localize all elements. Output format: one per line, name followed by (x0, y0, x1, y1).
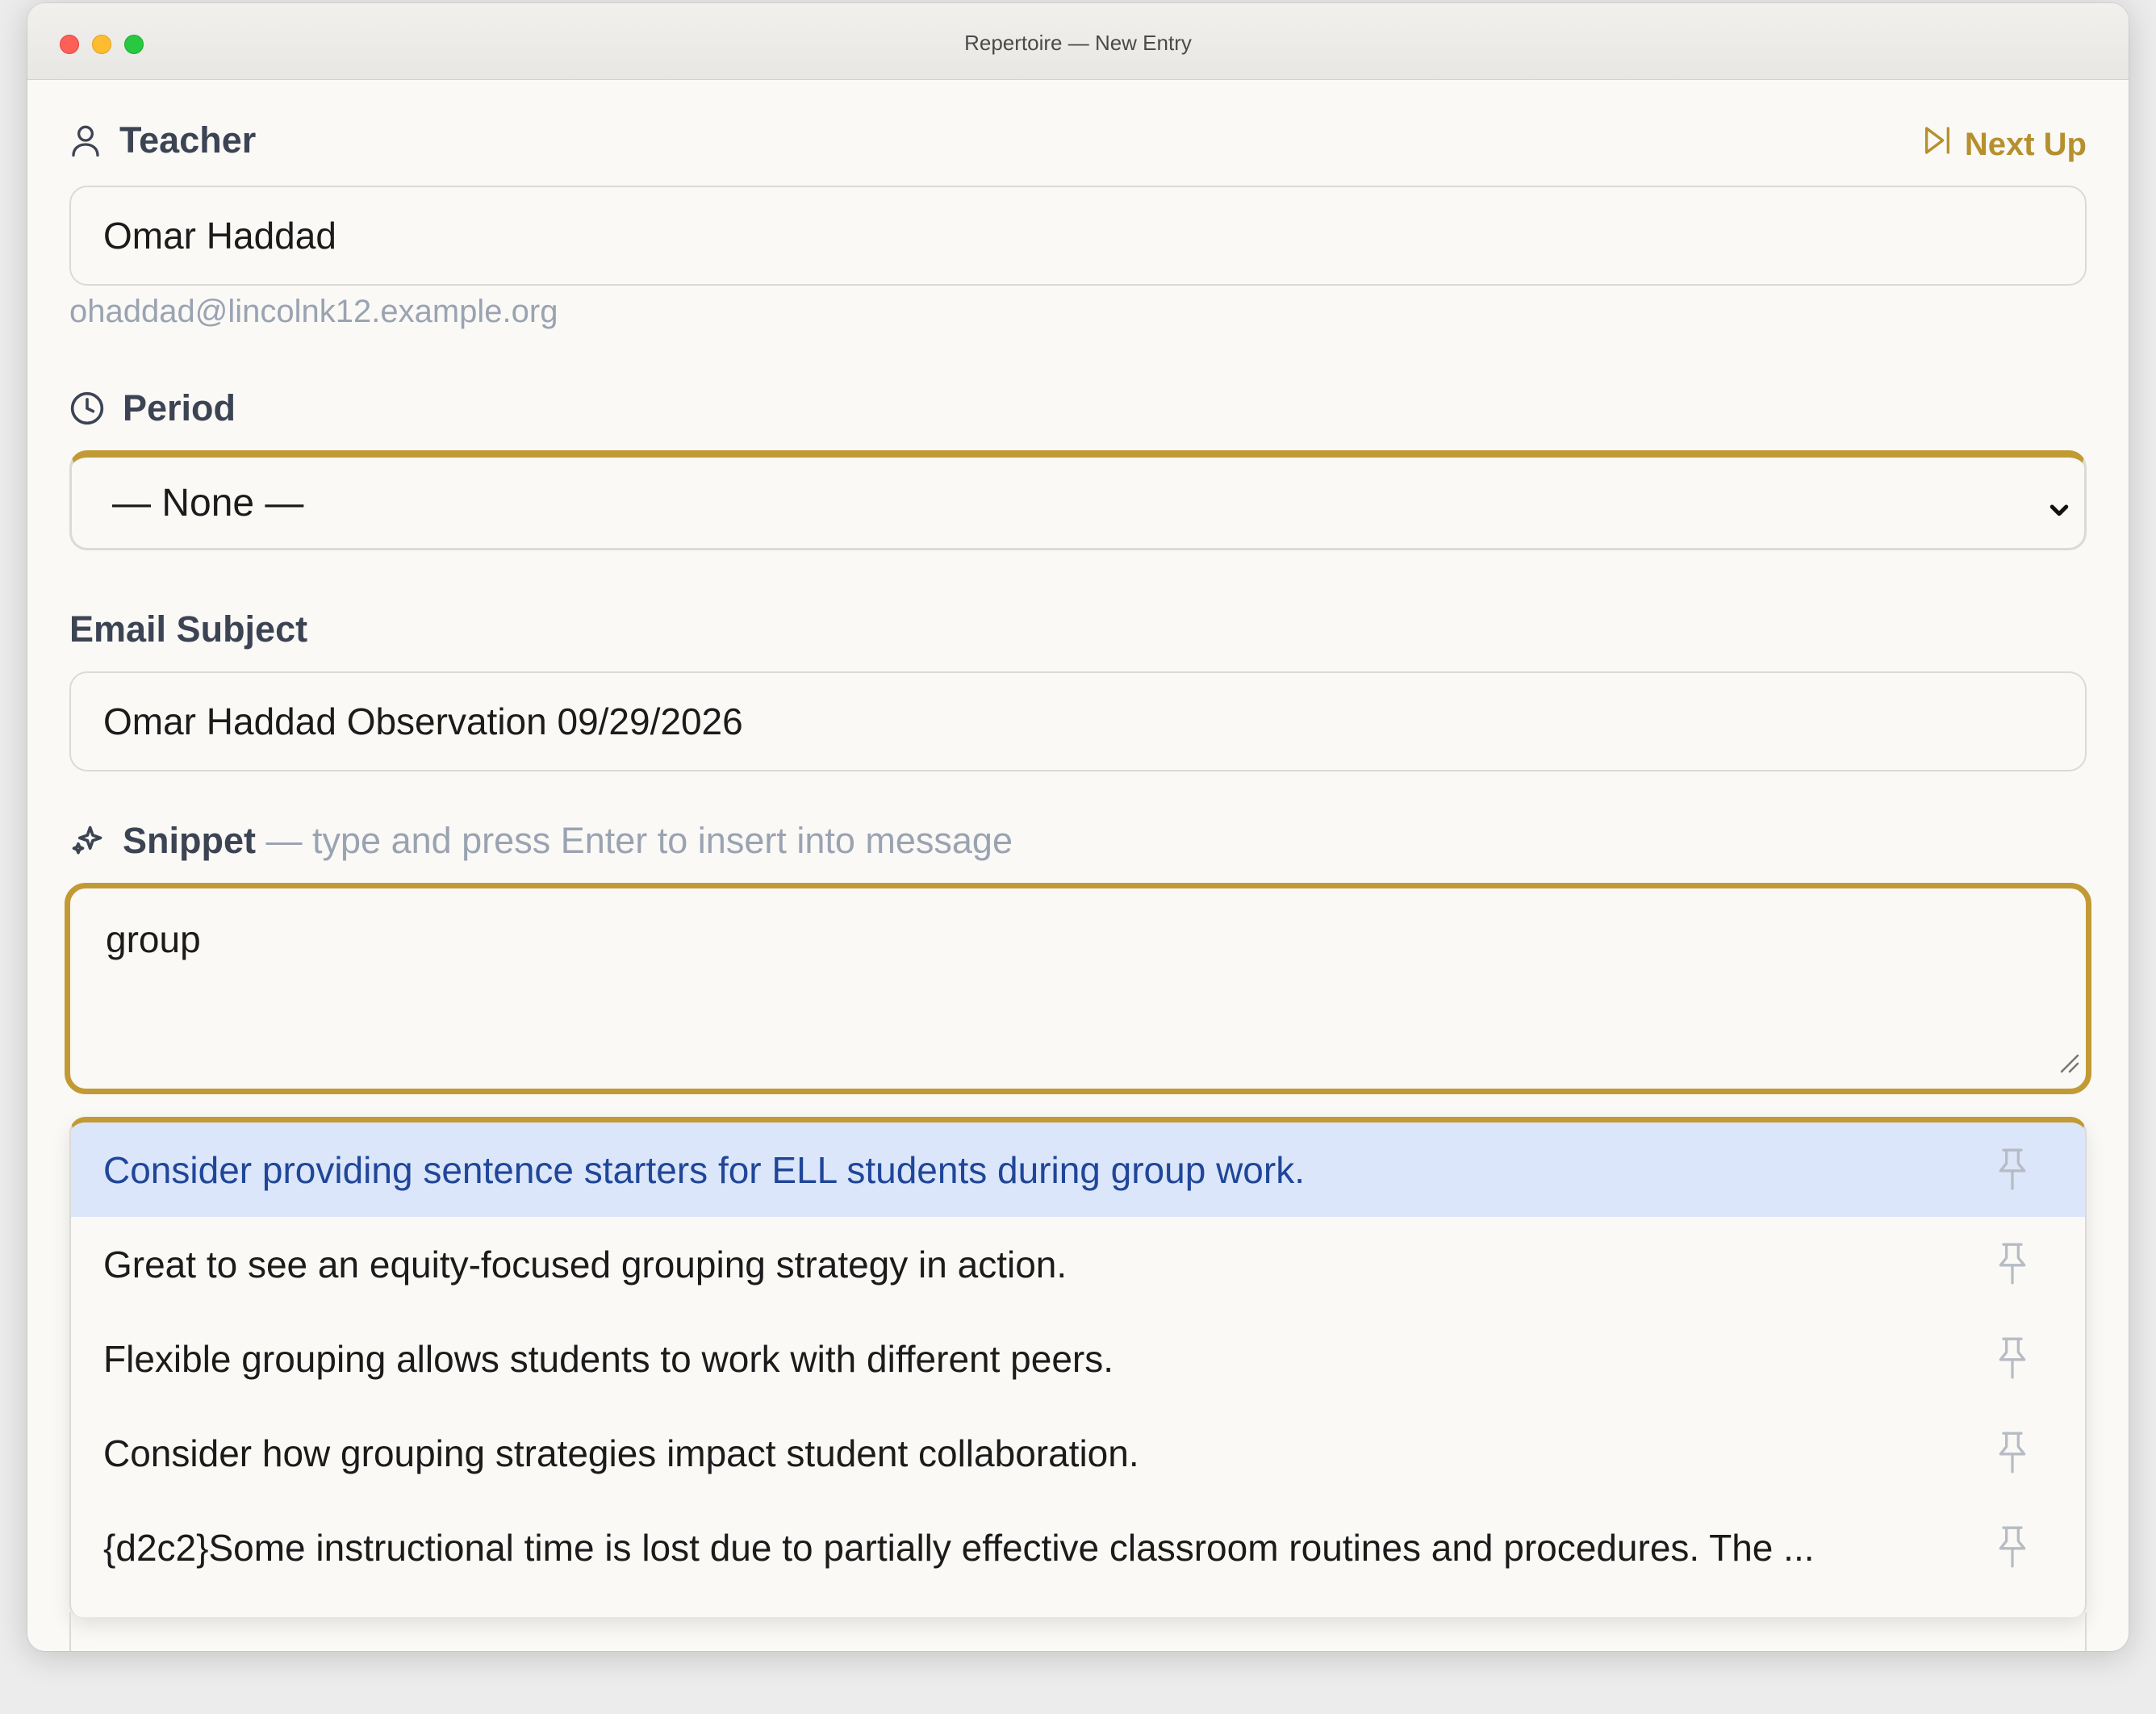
skip-forward-icon (1921, 124, 1953, 165)
pin-icon[interactable] (1995, 1430, 2030, 1484)
email-subject-value: Omar Haddad Observation 09/29/2026 (103, 700, 743, 742)
suggestion-text: Consider providing sentence starters for… (103, 1148, 1305, 1191)
suggestion-item[interactable]: Consider how grouping strategies impact … (71, 1406, 2085, 1500)
next-up-button[interactable]: Next Up (1921, 124, 2087, 165)
title-bar: Repertoire — New Entry (27, 3, 2129, 80)
period-select[interactable]: — None — (69, 450, 2087, 550)
underlying-message-field-edge (69, 1612, 2087, 1651)
pin-icon[interactable] (1995, 1336, 2030, 1390)
pin-icon[interactable] (1995, 1147, 2030, 1201)
suggestion-item[interactable]: {d2c2}Some instructional time is lost du… (71, 1500, 2085, 1595)
resize-grip-icon[interactable] (2057, 1040, 2081, 1084)
period-selected-value: — None — (112, 481, 304, 525)
sparkles-icon (69, 823, 105, 859)
snippet-label-row: Snippet — type and press Enter to insert… (69, 820, 1013, 862)
snippet-input[interactable]: group (65, 883, 2091, 1094)
suggestion-item[interactable]: Consider providing sentence starters for… (71, 1122, 2085, 1217)
teacher-label-row: Teacher (69, 119, 256, 161)
snippet-hint: — type and press Enter to insert into me… (265, 820, 1013, 861)
teacher-label: Teacher (119, 119, 257, 161)
snippet-label: Snippet (123, 820, 256, 861)
suggestion-item[interactable]: Great to see an equity-focused grouping … (71, 1217, 2085, 1311)
snippet-input-value: group (106, 918, 201, 960)
clock-icon (69, 391, 105, 426)
teacher-name-value: Omar Haddad (103, 215, 336, 257)
window-title: Repertoire — New Entry (964, 31, 1192, 55)
suggestion-text: Great to see an equity-focused grouping … (103, 1243, 1068, 1286)
pin-icon[interactable] (1995, 1241, 2030, 1295)
suggestion-item[interactable]: Flexible grouping allows students to wor… (71, 1311, 2085, 1406)
person-icon (69, 123, 102, 158)
app-window: Repertoire — New Entry Teacher Next Up O… (27, 3, 2129, 1651)
suggestion-text: {d2c2}Some instructional time is lost du… (103, 1526, 1815, 1569)
email-subject-label: Email Subject (69, 608, 308, 650)
suggestion-text: Flexible grouping allows students to wor… (103, 1337, 1114, 1380)
email-subject-field[interactable]: Omar Haddad Observation 09/29/2026 (69, 671, 2087, 771)
pin-icon[interactable] (1995, 1524, 2030, 1578)
period-label-row: Period (69, 387, 236, 429)
email-subject-label-row: Email Subject (69, 608, 307, 650)
teacher-name-field[interactable]: Omar Haddad (69, 186, 2087, 286)
teacher-email: ohaddad@lincolnk12.example.org (69, 294, 558, 329)
chevron-down-icon (2045, 488, 2073, 533)
snippet-suggestions-list: Consider providing sentence starters for… (69, 1117, 2087, 1617)
next-up-label: Next Up (1964, 126, 2087, 162)
suggestion-text: Consider how grouping strategies impact … (103, 1432, 1139, 1474)
period-label: Period (123, 387, 236, 428)
